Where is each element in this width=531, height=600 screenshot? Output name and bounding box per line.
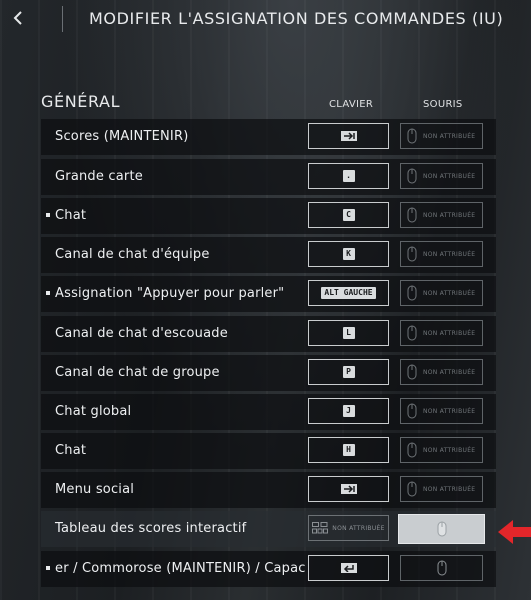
unassigned-text: NON ATTRIBUÉE xyxy=(423,485,476,493)
unassigned-text: NON ATTRIBUÉE xyxy=(423,132,476,140)
mouse-binding-button[interactable]: NON ATTRIBUÉE xyxy=(400,476,483,502)
keyboard-binding-button[interactable] xyxy=(308,476,389,502)
keybinding-row[interactable]: Canal de chat de groupe P NON ATTRIBUÉE xyxy=(41,355,496,391)
keybinding-row[interactable]: Assignation "Appuyer pour parler" ALT GAU… xyxy=(41,276,496,312)
binding-label: Tableau des scores interactif xyxy=(55,521,247,536)
binding-label: Canal de chat de groupe xyxy=(55,365,220,380)
mouse-icon xyxy=(407,325,417,341)
keybinding-row[interactable]: Chat global J NON ATTRIBUÉE xyxy=(41,394,496,430)
mouse-icon xyxy=(407,403,417,419)
mouse-binding-button[interactable]: NON ATTRIBUÉE xyxy=(400,241,483,267)
unassigned-text: NON ATTRIBUÉE xyxy=(332,524,385,532)
mouse-icon xyxy=(407,128,417,144)
keyboard-icon xyxy=(312,522,329,534)
unassigned-text: NON ATTRIBUÉE xyxy=(423,250,476,258)
key-cap: K xyxy=(342,248,355,260)
keybinding-row[interactable]: Tableau des scores interactif NON ATTRIBU… xyxy=(41,511,496,547)
keyboard-binding-button[interactable]: NON ATTRIBUÉE xyxy=(308,515,389,541)
column-header-mouse: SOURIS xyxy=(423,99,463,110)
unassigned-text: NON ATTRIBUÉE xyxy=(423,329,476,337)
modified-marker xyxy=(46,291,50,295)
keyboard-binding-button[interactable]: P xyxy=(308,359,389,385)
keyboard-binding-button[interactable]: C xyxy=(308,202,389,228)
section-title: GÉNÉRAL xyxy=(41,92,121,111)
mouse-binding-button[interactable]: NON ATTRIBUÉE xyxy=(400,320,483,346)
mouse-binding-button[interactable]: NON ATTRIBUÉE xyxy=(400,398,483,424)
binding-label: Chat global xyxy=(55,404,132,419)
chevron-left-icon xyxy=(8,6,28,32)
keybinding-row[interactable]: Menu social NON ATTRIBUÉE xyxy=(41,472,496,508)
keybinding-row[interactable]: Chat C NON ATTRIBUÉE xyxy=(41,198,496,234)
unassigned-text: NON ATTRIBUÉE xyxy=(423,446,476,454)
mouse-icon xyxy=(407,285,417,301)
key-cap: H xyxy=(342,444,355,456)
mouse-icon xyxy=(407,364,417,380)
keybinding-row[interactable]: Grande carte. NON ATTRIBUÉE xyxy=(41,159,496,195)
keyboard-binding-button[interactable] xyxy=(308,555,389,581)
keybinding-row[interactable]: er / Commorose (MAINTENIR) / Capac xyxy=(41,551,496,587)
keyboard-binding-button[interactable] xyxy=(308,123,389,149)
binding-label: Chat xyxy=(55,208,87,223)
mouse-icon xyxy=(437,521,447,537)
mouse-icon xyxy=(407,168,417,184)
modified-marker xyxy=(46,213,50,217)
unassigned-text: NON ATTRIBUÉE xyxy=(423,172,476,180)
modified-marker xyxy=(46,566,50,570)
binding-label: Menu social xyxy=(55,482,135,497)
back-button[interactable] xyxy=(8,6,28,32)
top-bar: MODIFIER L'ASSIGNATION DES COMMANDES (IU… xyxy=(0,0,531,40)
keybinding-row[interactable]: Scores (MAINTENIR) NON ATTRIBUÉE xyxy=(41,119,496,155)
unassigned-text: NON ATTRIBUÉE xyxy=(423,289,476,297)
unassigned-text: NON ATTRIBUÉE xyxy=(423,211,476,219)
binding-label: Chat xyxy=(55,443,87,458)
keybinding-row[interactable]: Chat H NON ATTRIBUÉE xyxy=(41,433,496,469)
mouse-icon xyxy=(437,560,447,576)
keybinding-list: Scores (MAINTENIR) NON ATTRIBUÉE Grande ca… xyxy=(41,119,496,600)
mouse-binding-button[interactable]: NON ATTRIBUÉE xyxy=(400,163,483,189)
mouse-binding-button[interactable] xyxy=(398,514,485,544)
key-cap: . xyxy=(342,170,355,182)
keyboard-binding-button[interactable]: ALT GAUCHE xyxy=(308,280,389,306)
unassigned-text: NON ATTRIBUÉE xyxy=(423,368,476,376)
mouse-binding-button[interactable]: NON ATTRIBUÉE xyxy=(400,359,483,385)
key-cap: J xyxy=(342,405,355,417)
binding-label: Scores (MAINTENIR) xyxy=(55,129,189,144)
column-header-keyboard: CLAVIER xyxy=(329,99,374,110)
mouse-icon xyxy=(407,246,417,262)
key-cap: P xyxy=(342,366,355,378)
keybinding-row[interactable]: Canal de chat d'équipe K NON ATTRIBUÉE xyxy=(41,237,496,273)
mouse-binding-button[interactable]: NON ATTRIBUÉE xyxy=(400,280,483,306)
page-title: MODIFIER L'ASSIGNATION DES COMMANDES (IU… xyxy=(89,9,504,28)
tab-key-icon xyxy=(340,131,357,141)
unassigned-text: NON ATTRIBUÉE xyxy=(423,407,476,415)
mouse-binding-button[interactable]: NON ATTRIBUÉE xyxy=(400,202,483,228)
enter-key-icon xyxy=(340,563,357,573)
binding-label: Canal de chat d'escouade xyxy=(55,326,228,341)
mouse-binding-button[interactable] xyxy=(400,555,483,581)
key-cap: ALT GAUCHE xyxy=(321,287,376,299)
key-cap: C xyxy=(342,209,355,221)
keyboard-binding-button[interactable]: J xyxy=(308,398,389,424)
keyboard-binding-button[interactable]: H xyxy=(308,437,389,463)
keyboard-binding-button[interactable]: K xyxy=(308,241,389,267)
keyboard-binding-button[interactable]: L xyxy=(308,320,389,346)
header-divider xyxy=(62,6,63,32)
mouse-binding-button[interactable]: NON ATTRIBUÉE xyxy=(400,123,483,149)
mouse-icon xyxy=(407,481,417,497)
binding-label: er / Commorose (MAINTENIR) / Capac xyxy=(55,561,306,576)
mouse-binding-button[interactable]: NON ATTRIBUÉE xyxy=(400,437,483,463)
tab-key-icon xyxy=(340,484,357,494)
mouse-icon xyxy=(407,207,417,223)
red-arrow-indicator xyxy=(498,520,531,544)
binding-label: Assignation "Appuyer pour parler" xyxy=(55,286,285,301)
key-cap: L xyxy=(342,327,355,339)
mouse-icon xyxy=(407,442,417,458)
binding-label: Grande carte xyxy=(55,169,143,184)
keybinding-row[interactable]: Canal de chat d'escouade L NON ATTRIBUÉE xyxy=(41,316,496,352)
binding-label: Canal de chat d'équipe xyxy=(55,247,210,262)
keyboard-binding-button[interactable]: . xyxy=(308,163,389,189)
